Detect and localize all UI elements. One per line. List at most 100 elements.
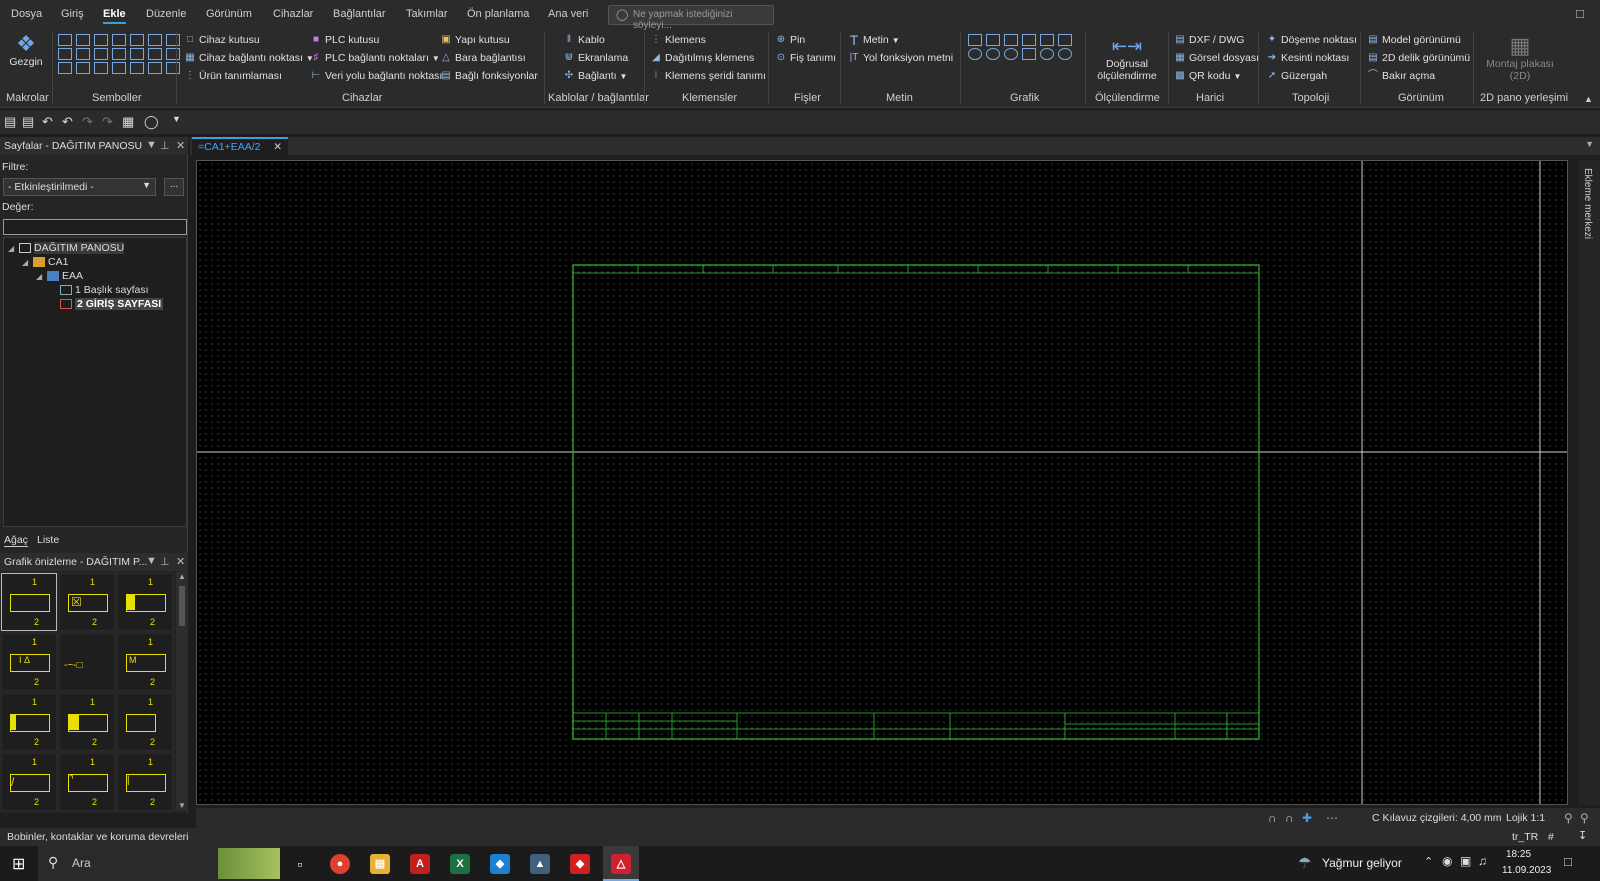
close-icon[interactable]: ✕ <box>176 139 185 152</box>
menu-cihazlar[interactable]: Cihazlar <box>273 8 313 20</box>
panel-dropdown-icon[interactable]: ▼ <box>146 139 157 151</box>
snap-object-icon[interactable]: ∩ <box>1285 811 1294 825</box>
fis-tanimi-button[interactable]: ⊙ Fiş tanımı <box>775 50 836 66</box>
pin-icon[interactable]: ⊥ <box>160 555 170 568</box>
klemens-seridi-button[interactable]: ⁝ Klemens şeridi tanımı <box>650 68 766 84</box>
drawing-canvas[interactable] <box>196 160 1568 805</box>
symbol-preview-item[interactable]: 1 ⌝ 2 <box>59 753 115 811</box>
zoom-out-icon[interactable]: ⚲ <box>1564 811 1573 825</box>
veri-yolu-button[interactable]: ⊢ Veri yolu bağlantı noktası <box>310 68 443 84</box>
yapi-kutusu-button[interactable]: ▣ Yapı kutusu <box>440 32 509 48</box>
excel-icon[interactable]: X <box>450 854 470 874</box>
tree-node-ca1[interactable]: ◢ CA1 <box>22 256 68 268</box>
yol-fonksiyon-metni-button[interactable]: |T Yol fonksiyon metni <box>848 50 953 66</box>
symbol-preview-item[interactable]: 1/2 <box>1 753 57 811</box>
filter-more-button[interactable]: ... <box>164 178 184 196</box>
baglanti-button[interactable]: ✣ Bağlantı ▼ <box>563 68 628 84</box>
menu-giris[interactable]: Giriş <box>61 8 84 20</box>
windows-start-icon[interactable]: ⊞ <box>12 854 25 874</box>
snap-icon[interactable]: ∩ <box>1268 811 1277 825</box>
menu-ana-veri[interactable]: Ana veri <box>548 8 588 20</box>
pin-icon[interactable]: ⊥ <box>160 139 170 152</box>
menu-on-planlama[interactable]: Ön planlama <box>467 8 529 20</box>
chrome-icon[interactable]: ● <box>330 854 350 874</box>
page-icon[interactable]: ▤ <box>22 114 34 130</box>
redo-icon[interactable]: ↷ <box>82 114 93 130</box>
symbol-preview-item[interactable]: 12 <box>117 573 173 631</box>
menu-ekle[interactable]: Ekle <box>103 8 126 24</box>
camera-icon[interactable]: ◉ <box>1442 854 1452 868</box>
bagli-fonksiyonlar-button[interactable]: ▤ Bağlı fonksiyonlar <box>440 68 538 84</box>
tab-list-icon[interactable]: ▼ <box>1585 139 1594 149</box>
scroll-up-icon[interactable]: ▲ <box>178 572 186 581</box>
tell-me-search[interactable]: ◯ Ne yapmak istediğinizi söyleyi... <box>608 5 774 31</box>
security-icon[interactable]: ◆ <box>490 854 510 874</box>
volume-icon[interactable]: ♫ <box>1478 854 1487 868</box>
qr-kodu-button[interactable]: ▩ QR kodu ▼ <box>1174 68 1241 84</box>
zoom-in-icon[interactable]: ⚲ <box>1580 811 1589 825</box>
symbol-preview-item[interactable]: -~-□ <box>59 633 115 691</box>
redo-list-icon[interactable]: ↷ <box>102 114 113 130</box>
symbol-preview-item[interactable]: 12 <box>1 573 57 631</box>
filter-select[interactable]: - Etkinleştirilmedi - ▼ <box>3 178 156 196</box>
symbol-gallery[interactable] <box>58 34 182 74</box>
symbol-preview-item[interactable]: 1 | 2 <box>117 753 173 811</box>
undo-icon[interactable]: ↶ <box>42 114 53 130</box>
tab-liste[interactable]: Liste <box>37 534 59 546</box>
grid-icon[interactable]: ▦ <box>122 114 134 130</box>
notification-icon[interactable]: □ <box>1564 854 1572 869</box>
menu-duzenle[interactable]: Düzenle <box>146 8 186 20</box>
task-view-icon[interactable]: ▫ <box>290 854 310 874</box>
pdf-icon[interactable]: ◆ <box>570 854 590 874</box>
collapse-icon[interactable]: ◢ <box>22 258 30 267</box>
panel-dropdown-icon[interactable]: ▼ <box>146 555 157 567</box>
doseme-noktasi-button[interactable]: ✦ Döşeme noktası <box>1266 32 1357 48</box>
undo-list-icon[interactable]: ↶ <box>62 114 73 130</box>
symbol-preview-item[interactable]: 1M2 <box>117 633 173 691</box>
kesinti-noktasi-button[interactable]: ➔ Kesinti noktası <box>1266 50 1350 66</box>
tree-node-project[interactable]: ◢ DAĞITIM PANOSU <box>8 242 125 254</box>
cihaz-kutusu-button[interactable]: □ Cihaz kutusu <box>184 32 260 48</box>
tree-node-page-2[interactable]: 2 GİRİŞ SAYFASI <box>60 298 164 310</box>
ribbon-minimize-icon[interactable]: ▲ <box>1584 94 1593 104</box>
symbol-preview-item[interactable]: 12 <box>1 693 57 751</box>
collapse-icon[interactable]: ◢ <box>8 244 16 253</box>
dxf-dwg-button[interactable]: ▤ DXF / DWG <box>1174 32 1244 48</box>
eplan-taskbar-item[interactable]: △ <box>603 846 639 881</box>
urun-tanimlamasi-button[interactable]: ⋮ Ürün tanımlaması <box>184 68 282 84</box>
clock-time[interactable]: 18:25 <box>1506 849 1531 860</box>
symbol-preview-item[interactable]: 12 <box>117 693 173 751</box>
menu-baglantilar[interactable]: Bağlantılar <box>333 8 386 20</box>
clock-date[interactable]: 11.09.2023 <box>1502 865 1551 876</box>
symbol-preview-item[interactable]: 1I Δ2 <box>1 633 57 691</box>
dagitilmis-klemens-button[interactable]: ◢ Dağıtılmış klemens <box>650 50 754 66</box>
preview-scrollbar[interactable]: ▲ ▼ <box>176 572 188 810</box>
kablo-button[interactable]: ‖ Kablo <box>563 32 605 48</box>
file-explorer-icon[interactable]: ▤ <box>370 854 390 874</box>
cihaz-baglanti-noktasi-button[interactable]: ▦ Cihaz bağlantı noktası ▼ <box>184 50 314 66</box>
gorsel-dosyasi-button[interactable]: ▦ Görsel dosyası <box>1174 50 1259 66</box>
tab-agac[interactable]: Ağaç <box>4 534 28 547</box>
plc-baglanti-noktalari-button[interactable]: ♯ PLC bağlantı noktaları ▼ <box>310 50 440 66</box>
pin-button[interactable]: ⊕ Pin <box>775 32 805 48</box>
new-page-icon[interactable]: ▤ <box>4 114 16 130</box>
ekranlama-button[interactable]: ⋓ Ekranlama <box>563 50 628 66</box>
document-tab[interactable]: =CA1+EAA/2 ✕ <box>192 137 288 155</box>
gezgin-button[interactable]: ❖ Gezgin <box>6 32 46 69</box>
close-icon[interactable]: ✕ <box>176 555 185 568</box>
autocad-icon[interactable]: A <box>410 854 430 874</box>
crosshair-icon[interactable]: ✚ <box>1302 811 1312 825</box>
dogrusal-olculendirme-button[interactable]: ⇤⇥ Doğrusal ölçülendirme <box>1092 34 1162 82</box>
scroll-down-icon[interactable]: ▼ <box>178 801 186 810</box>
menu-dosya[interactable]: Dosya <box>11 8 42 20</box>
tree-node-page-1[interactable]: 1 Başlık sayfası <box>60 284 149 296</box>
plc-kutusu-button[interactable]: ■ PLC kutusu <box>310 32 379 48</box>
value-field[interactable] <box>3 219 187 235</box>
graphic-gallery[interactable] <box>968 34 1074 60</box>
grid-icon[interactable]: ⋯ <box>1326 811 1338 825</box>
insertion-center-tab[interactable]: Ekleme merkezi <box>1578 160 1600 805</box>
customize-icon[interactable]: ▼ <box>172 114 181 124</box>
ribbon-collapse-icon[interactable]: □ <box>1576 6 1584 21</box>
taskbar-search[interactable]: ⚲ Ara <box>38 846 280 881</box>
menu-takimlar[interactable]: Takımlar <box>406 8 448 20</box>
